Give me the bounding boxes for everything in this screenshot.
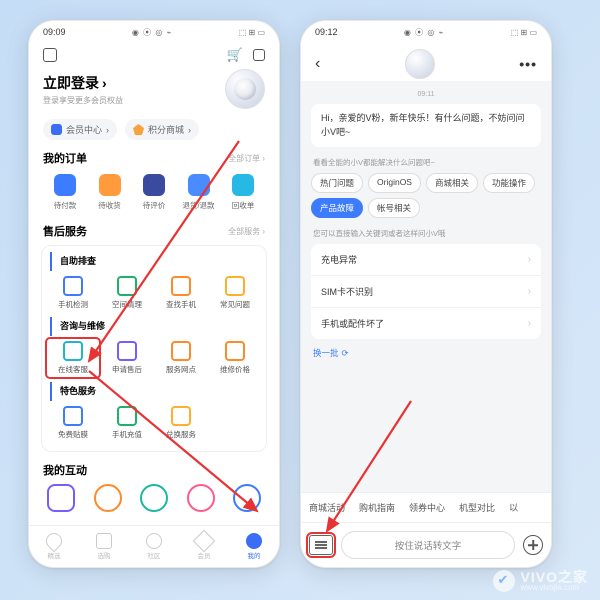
svc-online-support[interactable]: 在线客服 xyxy=(46,338,100,378)
svc-film[interactable]: 免费贴膜 xyxy=(46,403,100,443)
bottom-nav: 精选 选购 社区 会员 我的 xyxy=(29,525,279,567)
nav-community[interactable]: 社区 xyxy=(129,526,179,567)
login-subtitle: 登录享受更多会员权益 xyxy=(43,95,123,106)
watermark-logo xyxy=(493,570,515,592)
chip-points[interactable]: 积分商城› xyxy=(125,119,199,140)
svc-apply[interactable]: 申请售后 xyxy=(100,338,154,378)
service-card: 自助排查 手机检测 空间清理 查找手机 常见问题 咨询与维修 在线客服 申请售后… xyxy=(41,245,267,452)
faq-charging[interactable]: 充电异常› xyxy=(311,244,541,276)
service-more[interactable]: 全部服务 › xyxy=(228,226,265,237)
bot-avatar xyxy=(405,49,435,79)
orders-more[interactable]: 全部订单 › xyxy=(228,153,265,164)
chip-member[interactable]: 会员中心› xyxy=(43,119,117,140)
chevron-right-icon: › xyxy=(528,318,531,329)
order-pending-review[interactable]: 待评价 xyxy=(134,174,174,211)
nav-featured[interactable]: 精选 xyxy=(29,526,79,567)
order-row: 待付款 待收货 待评价 退货/退款 回收单 xyxy=(29,168,279,221)
nav-member[interactable]: 会员 xyxy=(179,526,229,567)
order-pending-pay[interactable]: 待付款 xyxy=(45,174,85,211)
svc-location[interactable]: 服务网点 xyxy=(154,338,208,378)
tag-cloud: 热门问题 OriginOS 商城相关 功能操作 产品故障 帐号相关 xyxy=(311,173,541,218)
refresh-icon: ⟳ xyxy=(342,348,349,359)
tag-originos[interactable]: OriginOS xyxy=(368,173,421,193)
special-title: 特色服务 xyxy=(50,382,262,401)
quick-1[interactable]: 商城活动 xyxy=(309,501,345,514)
tag-mall[interactable]: 商城相关 xyxy=(426,173,478,193)
quick-4[interactable]: 机型对比 xyxy=(459,501,495,514)
order-recycle[interactable]: 回收单 xyxy=(223,174,263,211)
quick-5[interactable]: 以 xyxy=(509,501,518,514)
interact-1[interactable] xyxy=(47,484,75,512)
faq-broken[interactable]: 手机或配件坏了› xyxy=(311,308,541,339)
consult-title: 咨询与维修 xyxy=(50,317,262,336)
interact-2[interactable] xyxy=(94,484,122,512)
swap-button[interactable]: 换一批⟳ xyxy=(313,347,539,359)
orders-title: 我的订单 xyxy=(43,150,87,166)
tag-function[interactable]: 功能操作 xyxy=(483,173,535,193)
svc-clean[interactable]: 空间清理 xyxy=(100,273,154,313)
points-icon xyxy=(133,124,144,135)
message-icon[interactable] xyxy=(253,49,265,61)
quick-row: 商城活动 购机指南 领券中心 机型对比 以 xyxy=(301,492,551,522)
status-bar: 09:09 ◉ ⦿ ◎ ⌁ ⬚ ⊞ ▭ xyxy=(29,21,279,43)
top-bar: 🛒 xyxy=(29,43,279,69)
more-icon[interactable]: ••• xyxy=(519,56,537,72)
chevron-right-icon: › xyxy=(528,254,531,265)
login-row[interactable]: 立即登录› 登录享受更多会员权益 xyxy=(29,69,279,115)
phone-left: 09:09 ◉ ⦿ ◎ ⌁ ⬚ ⊞ ▭ 🛒 立即登录› 登录享受更多会员权益 会… xyxy=(28,20,280,568)
interact-row xyxy=(29,480,279,512)
chevron-right-icon: › xyxy=(528,286,531,297)
status-right: ⬚ ⊞ ▭ xyxy=(511,28,537,37)
interact-4[interactable] xyxy=(187,484,215,512)
self-title: 自助排查 xyxy=(50,252,262,271)
hint-2: 您可以直接输入关键词或者这样问小V哦 xyxy=(313,228,539,239)
watermark: VIVO之家www.vivojia.com xyxy=(493,570,588,592)
status-bar: 09:12 ◉ ⦿ ◎ ⌁ ⬚ ⊞ ▭ xyxy=(301,21,551,43)
faq-sim[interactable]: SIM卡不识别› xyxy=(311,276,541,308)
svc-faq[interactable]: 常见问题 xyxy=(208,273,262,313)
interact-5[interactable] xyxy=(233,484,261,512)
svc-find[interactable]: 查找手机 xyxy=(154,273,208,313)
status-icons: ◉ ⦿ ◎ ⌁ xyxy=(404,27,444,38)
nav-mine[interactable]: 我的 xyxy=(229,526,279,567)
back-icon[interactable]: ‹ xyxy=(315,55,320,73)
hint-1: 看看全能的小V都能解决什么问题吧~ xyxy=(313,157,539,168)
diamond-icon xyxy=(51,124,62,135)
greeting-bubble: Hi，亲爱的V粉，新年快乐！有什么问题，不妨问问小V吧~ xyxy=(311,104,541,147)
avatar[interactable] xyxy=(225,69,265,109)
status-right: ⬚ ⊞ ▭ xyxy=(239,28,265,37)
tag-hot[interactable]: 热门问题 xyxy=(311,173,363,193)
status-time: 09:12 xyxy=(315,27,338,37)
phone-right: 09:12 ◉ ⦿ ◎ ⌁ ⬚ ⊞ ▭ ‹ ••• 09:11 Hi，亲爱的V粉… xyxy=(300,20,552,568)
order-refund[interactable]: 退货/退款 xyxy=(179,174,219,211)
voice-input[interactable]: 按住说话转文字 xyxy=(341,531,515,559)
svc-price[interactable]: 维修价格 xyxy=(208,338,262,378)
interact-3[interactable] xyxy=(140,484,168,512)
chat-top: ‹ ••• xyxy=(301,43,551,81)
svc-topup[interactable]: 手机充值 xyxy=(100,403,154,443)
order-pending-receive[interactable]: 待收货 xyxy=(90,174,130,211)
nav-shop[interactable]: 选购 xyxy=(79,526,129,567)
quick-3[interactable]: 领券中心 xyxy=(409,501,445,514)
tag-account[interactable]: 帐号相关 xyxy=(368,198,420,218)
tag-fault[interactable]: 产品故障 xyxy=(311,198,363,218)
service-title: 售后服务 xyxy=(43,223,87,239)
quick-2[interactable]: 购机指南 xyxy=(359,501,395,514)
cart-icon[interactable]: 🛒 xyxy=(227,47,243,63)
status-time: 09:09 xyxy=(43,27,66,37)
svc-exchange[interactable]: 兑换服务 xyxy=(154,403,208,443)
login-title: 立即登录› xyxy=(43,73,123,93)
settings-icon[interactable] xyxy=(43,48,57,62)
keyboard-icon[interactable] xyxy=(309,535,333,555)
timestamp: 09:11 xyxy=(311,91,541,98)
plus-icon[interactable] xyxy=(523,535,543,555)
input-row: 按住说话转文字 xyxy=(301,522,551,567)
status-icons: ◉ ⦿ ◎ ⌁ xyxy=(132,27,172,38)
watermark-brand: VIVO之家 xyxy=(521,570,588,584)
svc-phone-check[interactable]: 手机检测 xyxy=(46,273,100,313)
faq-list: 充电异常› SIM卡不识别› 手机或配件坏了› xyxy=(311,244,541,339)
interact-title: 我的互动 xyxy=(43,462,87,478)
watermark-url: www.vivojia.com xyxy=(521,584,588,592)
